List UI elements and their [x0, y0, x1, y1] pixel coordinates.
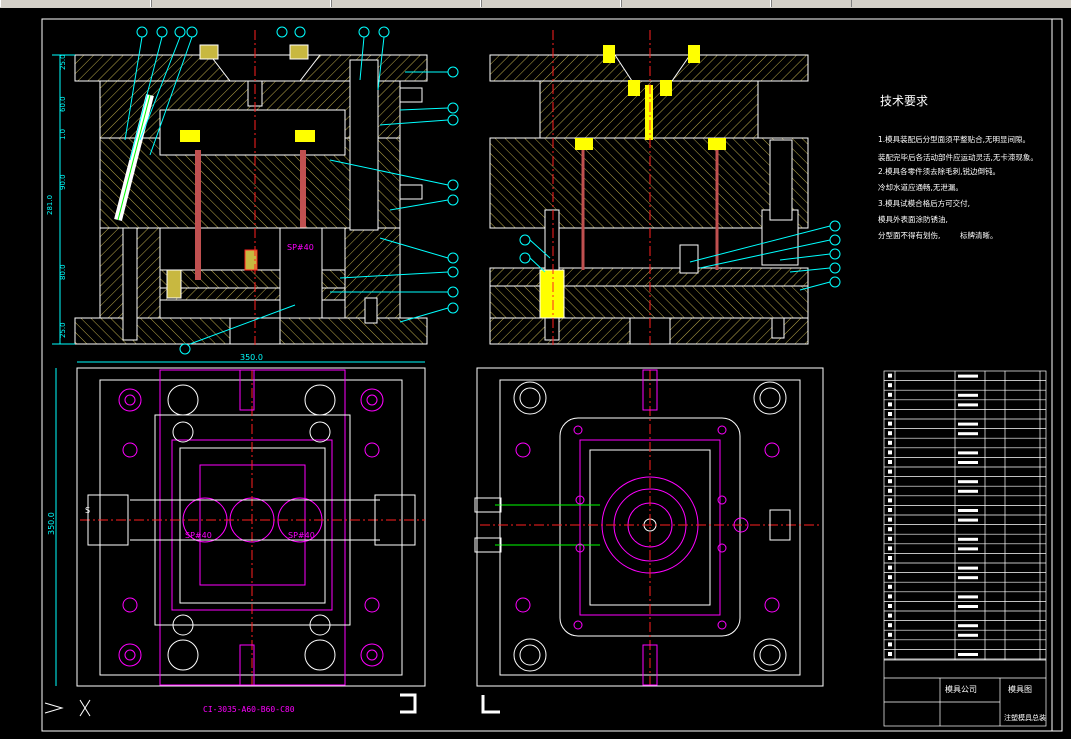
bom-row-number — [888, 498, 892, 503]
toolbar-tab[interactable] — [330, 0, 482, 7]
bom-row-number — [888, 652, 892, 656]
bom-row-text — [958, 422, 978, 426]
tech-req-line: 分型面不得有划伤, — [878, 230, 940, 240]
bom-row-number — [888, 613, 892, 618]
bom-row-text — [958, 432, 978, 436]
bom-row-number — [888, 373, 892, 378]
svg-text:281.0: 281.0 — [46, 195, 54, 215]
bom-row-text — [958, 595, 978, 599]
toolbar-tab[interactable] — [770, 0, 852, 7]
section-view-right — [489, 30, 809, 345]
bom-row-number — [888, 431, 892, 436]
bom-row-number — [888, 383, 892, 388]
tech-req-line: 冷却水道应通畅,无泄漏。 — [878, 182, 963, 192]
bom-row-text — [958, 624, 978, 628]
bom-row-text — [958, 393, 978, 397]
cad-drawing-canvas[interactable]: SP#40 25.0 60.0 1.0 90.0 80.0 25.0 281.0 — [0, 8, 1071, 735]
bom-row-number — [888, 440, 892, 445]
svg-text:90.0: 90.0 — [59, 174, 67, 190]
bom-row-number — [888, 527, 892, 532]
view-corner-mark — [400, 693, 417, 714]
plan-view-right — [474, 367, 824, 687]
title-drawing-code: 注塑模具总装 — [1004, 713, 1046, 722]
title-company: 模具公司 — [945, 684, 977, 694]
bom-row-text — [958, 480, 978, 484]
tech-req-line: 模具外表面涂防锈油, — [878, 214, 948, 224]
bom-row-number — [888, 584, 892, 589]
tech-req-line: 2.模具各零件须去除毛刺,锐边倒钝。 — [878, 166, 1000, 176]
bom-row-number — [888, 488, 892, 493]
svg-text:25.0: 25.0 — [59, 322, 67, 338]
sp-label-plan-left: SP#40 — [185, 531, 212, 540]
bom-row-number — [888, 402, 892, 407]
svg-text:1.0: 1.0 — [59, 129, 67, 140]
plan-height-dim: 350.0 — [47, 512, 56, 535]
bom-row-text — [958, 489, 978, 493]
bom-row-text — [958, 461, 978, 464]
plan-width-dim: 350.0 — [240, 353, 263, 362]
bom-row-number — [888, 632, 892, 637]
bom-row-number — [888, 642, 892, 647]
tech-req-line: 标牌清晰。 — [960, 230, 998, 240]
plan-view-left: SP#40 SP#40 — [76, 367, 426, 687]
toolbar-tab[interactable] — [620, 0, 772, 7]
bom-row-number — [888, 604, 892, 608]
bom-row-text — [958, 374, 978, 378]
title-drawing-name: 模具图 — [1008, 684, 1032, 694]
bom-row-number — [888, 556, 892, 560]
bom-row-text — [958, 518, 978, 522]
tech-req-line: 装配完毕后各活动部件应运动灵活,无卡滞现象。 — [878, 152, 1038, 162]
bom-row-number — [888, 575, 892, 580]
bom-row-text — [958, 576, 978, 580]
bom-row-number — [888, 412, 892, 416]
hole-s-label: S — [85, 506, 90, 515]
sp-label-plan-right: SP#40 — [288, 531, 315, 540]
bom-row-number — [888, 565, 892, 570]
bom-row-number — [888, 546, 892, 551]
bom-row-number — [888, 469, 892, 474]
toolbar-tab[interactable] — [150, 0, 332, 7]
bom-row-text — [958, 451, 978, 455]
bom-row-text — [958, 509, 978, 512]
bom-row-text — [958, 403, 978, 407]
tech-req-title: 技术要求 — [880, 94, 928, 108]
bom-row-number — [888, 460, 892, 464]
tech-req-line: 3.模具试模合格后方可交付, — [878, 198, 970, 208]
toolbar-tab[interactable] — [480, 0, 622, 7]
bom-row-text — [958, 537, 978, 541]
bom-row-number — [888, 392, 892, 397]
plan-left-holes — [118, 384, 384, 671]
bom-row-text — [958, 653, 978, 656]
dimension-texts-left: 25.0 60.0 1.0 90.0 80.0 25.0 281.0 — [46, 54, 67, 338]
bom-row-number — [888, 479, 892, 484]
section-view-left: SP#40 — [52, 30, 428, 345]
bom-row-number — [888, 517, 892, 522]
svg-text:60.0: 60.0 — [59, 96, 67, 112]
bom-row-number — [888, 536, 892, 541]
ucs-icon — [44, 699, 91, 717]
bom-row-text — [958, 547, 978, 551]
bom-row-number — [888, 508, 892, 512]
svg-text:25.0: 25.0 — [59, 54, 67, 70]
bom-row-number — [888, 421, 892, 426]
menu-toolbar-strip — [0, 0, 1071, 8]
toolbar-tab[interactable] — [0, 0, 152, 7]
tech-req-line: 1.模具装配后分型面须平整贴合,无明显间隙。 — [878, 134, 1030, 144]
mold-base-spec: CI-3035-A60-B60-C80 — [203, 705, 295, 714]
technical-requirements: 技术要求 1.模具装配后分型面须平整贴合,无明显间隙。 装配完毕后各活动部件应运… — [878, 94, 1038, 240]
bom-row-text — [958, 633, 978, 637]
bom-row-number — [888, 450, 892, 455]
bom-row-text — [958, 605, 978, 608]
sp-label-section: SP#40 — [287, 243, 314, 252]
svg-text:80.0: 80.0 — [59, 264, 67, 280]
cad-drawing: SP#40 25.0 60.0 1.0 90.0 80.0 25.0 281.0 — [41, 18, 1063, 732]
view-corner-mark — [481, 695, 500, 714]
bom-row-number — [888, 623, 892, 628]
bom-row-number — [888, 594, 892, 599]
bom-row-text — [958, 566, 978, 570]
